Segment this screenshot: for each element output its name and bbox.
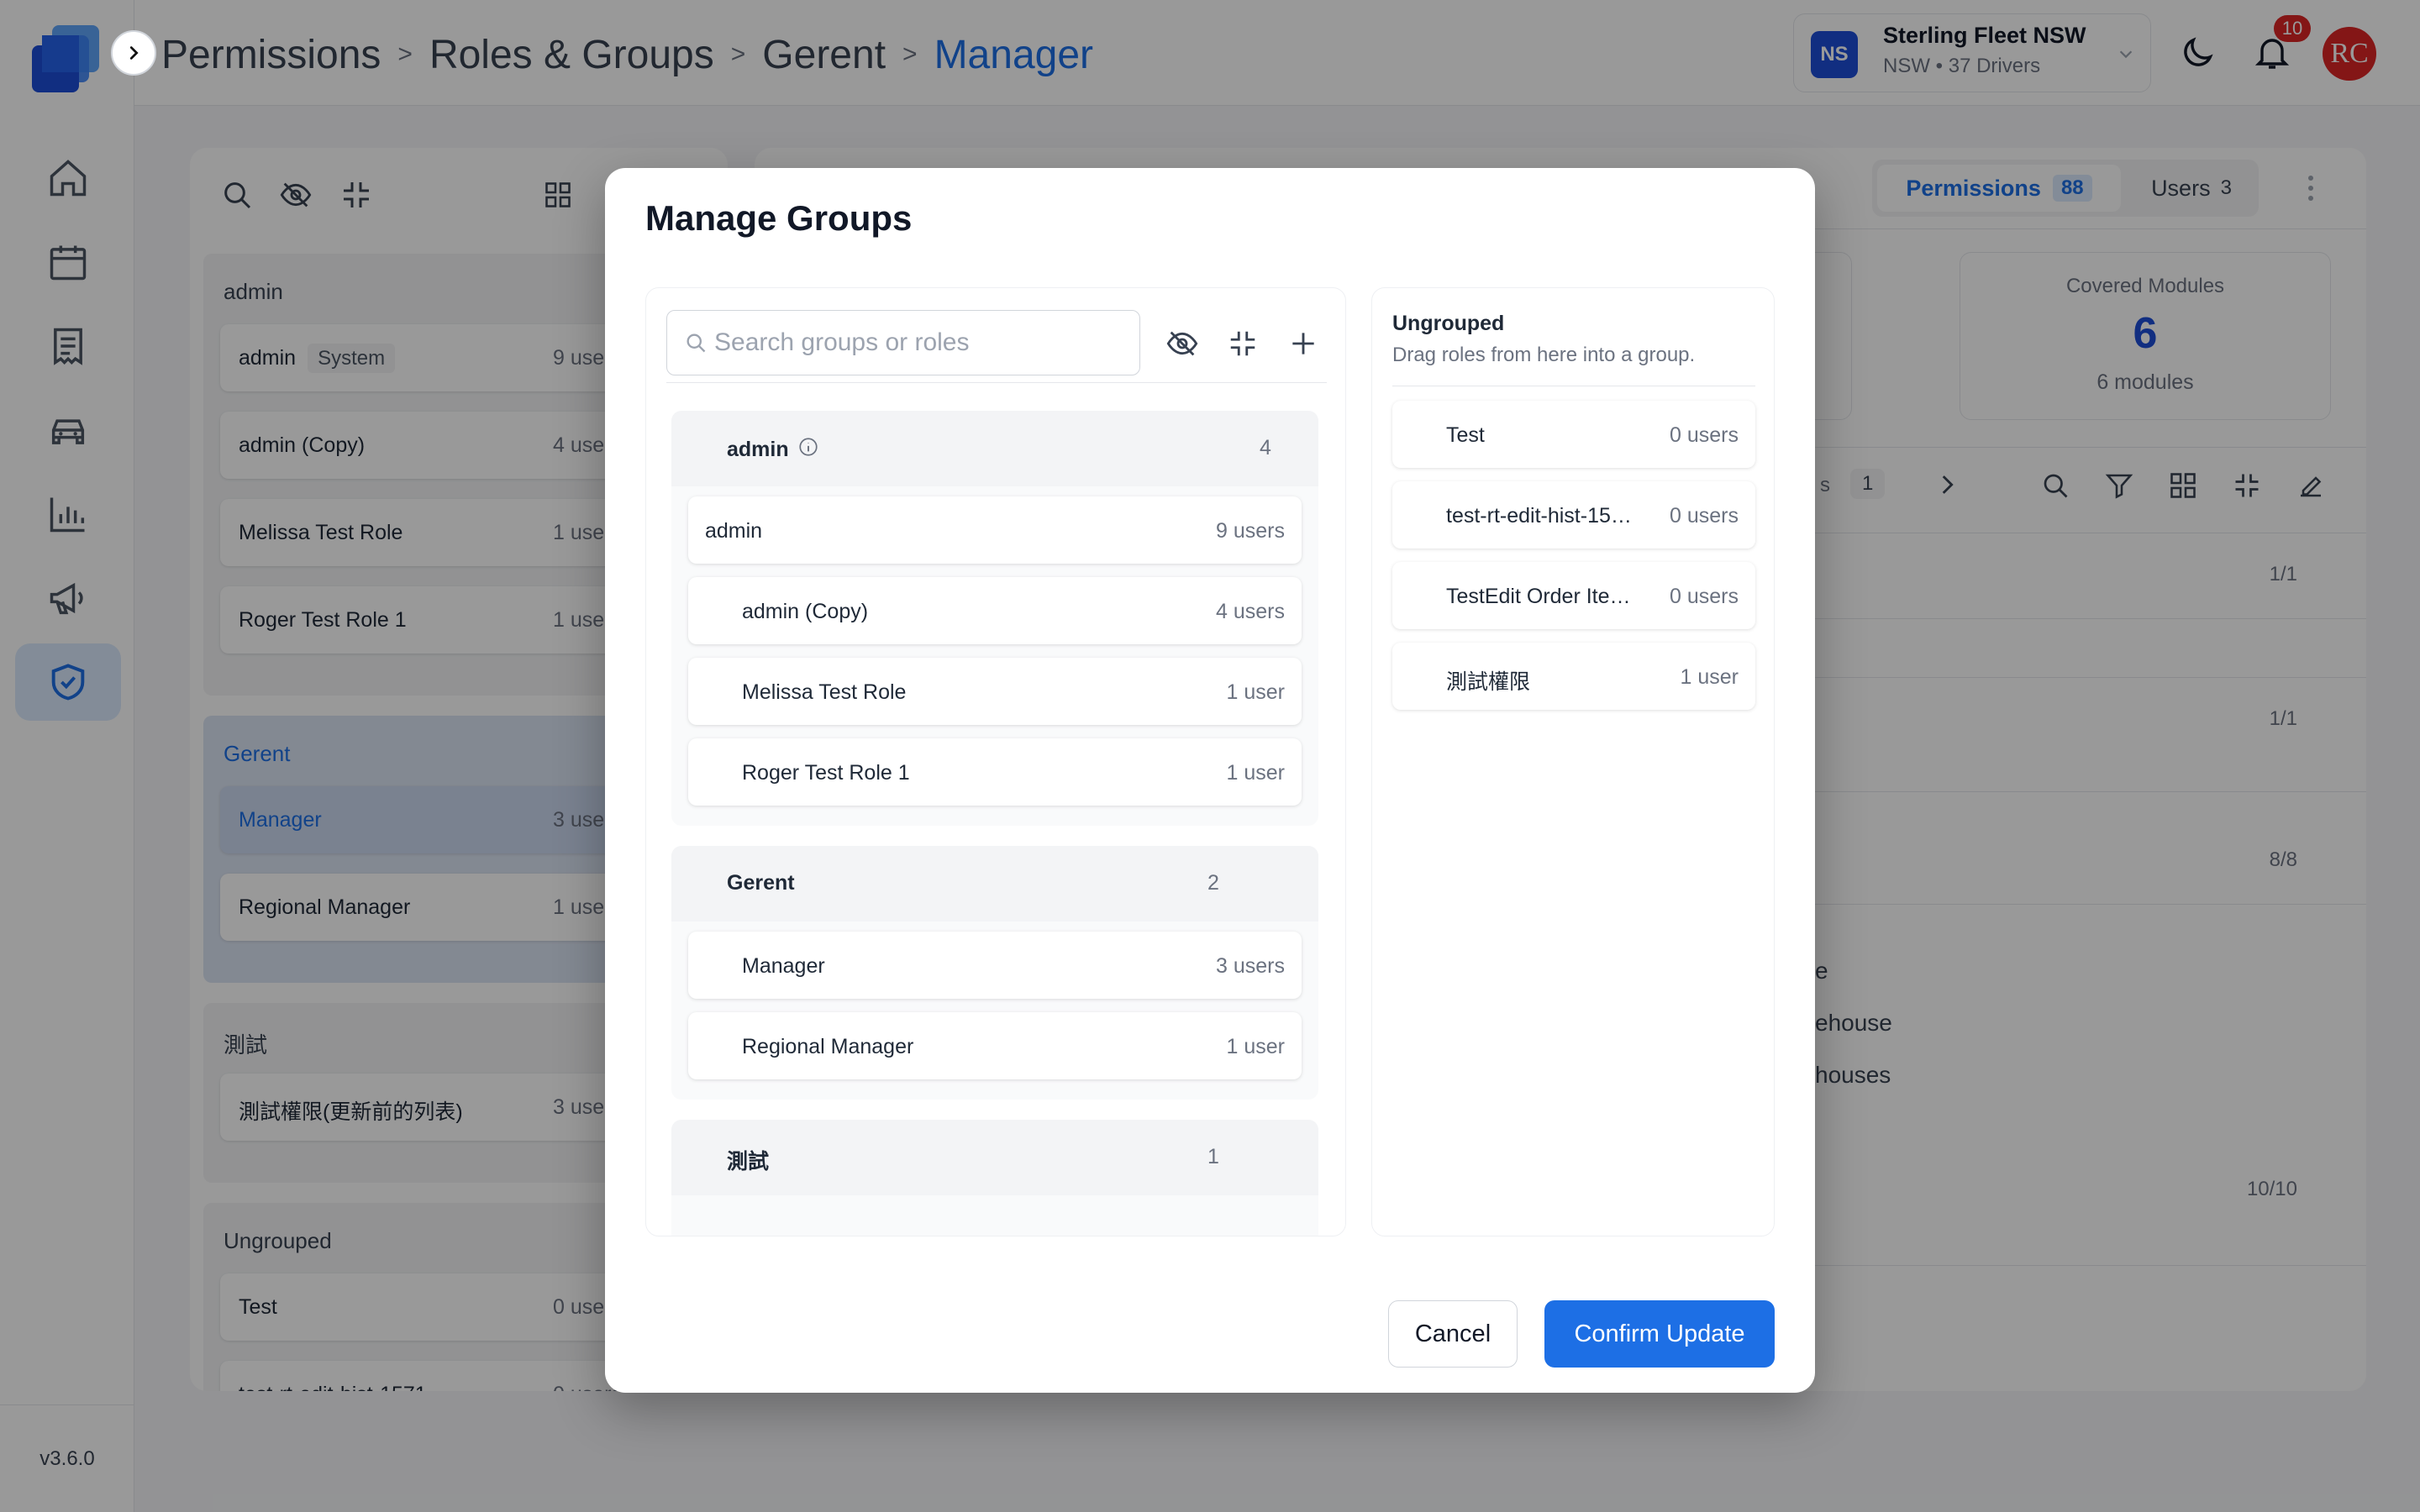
role-name: admin (Copy) — [742, 600, 869, 623]
group-name: 測試 — [727, 1150, 770, 1173]
group-section: 測試 1 — [671, 1120, 1318, 1236]
collapse-icon — [1230, 331, 1255, 356]
role-name: TestEdit Order Ite… — [1446, 585, 1631, 608]
role-card[interactable]: admin (Copy) 4 users — [688, 577, 1302, 644]
chevron-right-icon — [129, 46, 139, 60]
cancel-button[interactable]: Cancel — [1388, 1300, 1518, 1368]
role-card[interactable]: Manager 3 users — [688, 932, 1302, 999]
ungrouped-panel: Ungrouped Drag roles from here into a gr… — [1371, 287, 1775, 1236]
ungrouped-role-card[interactable]: 測試權限 1 user — [1392, 643, 1755, 710]
modal-title: Manage Groups — [645, 198, 913, 238]
role-name: Manager — [742, 954, 825, 978]
role-name: 測試權限 — [1446, 670, 1531, 694]
group-role-count: 2 — [1207, 871, 1219, 895]
ungrouped-role-card[interactable]: Test 0 users — [1392, 401, 1755, 468]
group-title: Gerent — [727, 871, 795, 895]
role-name: Roger Test Role 1 — [742, 761, 910, 785]
group-role-count: 1 — [1207, 1145, 1219, 1168]
group-header[interactable]: admin 4 — [671, 411, 1318, 486]
search-icon — [687, 333, 706, 353]
info-icon[interactable] — [797, 436, 819, 464]
group-name: Gerent — [727, 871, 795, 895]
role-name: Regional Manager — [742, 1035, 914, 1058]
role-card[interactable]: admin 9 users — [688, 496, 1302, 564]
role-name: Test — [1446, 423, 1485, 447]
role-user-count: 1 user — [1226, 761, 1285, 785]
search-input[interactable] — [714, 311, 1126, 375]
role-user-count: 0 users — [1670, 504, 1739, 528]
ungrouped-role-card[interactable]: TestEdit Order Ite… 0 users — [1392, 562, 1755, 629]
group-section: Gerent 2 Manager 3 users Regional Manager 1 u… — [671, 846, 1318, 1100]
role-name: admin — [705, 519, 763, 543]
collapse-all-button[interactable] — [1219, 320, 1266, 367]
ungrouped-title: Ungrouped — [1392, 312, 1505, 335]
ungrouped-role-card[interactable]: test-rt-edit-hist-15… 0 users — [1392, 481, 1755, 549]
group-header[interactable]: Gerent 2 — [671, 846, 1318, 921]
group-role-count: 4 — [1260, 436, 1271, 459]
search-field[interactable] — [666, 310, 1140, 375]
groups-list-panel: admin 4 admin 9 users admin (Copy) 4 users Mel… — [645, 287, 1346, 1236]
role-user-count: 4 users — [1216, 600, 1285, 623]
group-title: admin — [727, 436, 819, 464]
toggle-hidden-button[interactable] — [1159, 320, 1206, 367]
group-name: admin — [727, 438, 789, 461]
confirm-update-button[interactable]: Confirm Update — [1544, 1300, 1775, 1368]
role-card[interactable]: Melissa Test Role 1 user — [688, 658, 1302, 725]
role-name: Melissa Test Role — [742, 680, 907, 704]
eye-off-icon — [1166, 331, 1198, 356]
role-card[interactable]: Regional Manager 1 user — [688, 1012, 1302, 1079]
group-header[interactable]: 測試 1 — [671, 1120, 1318, 1195]
expand-sidebar-button[interactable] — [111, 30, 156, 76]
role-user-count: 9 users — [1216, 519, 1285, 543]
role-user-count: 3 users — [1216, 954, 1285, 978]
add-group-button[interactable] — [1280, 320, 1327, 367]
group-title: 測試 — [727, 1145, 769, 1175]
role-name: test-rt-edit-hist-15… — [1446, 504, 1632, 528]
role-user-count: 1 user — [1226, 1035, 1285, 1058]
role-user-count: 1 user — [1226, 680, 1285, 704]
role-user-count: 0 users — [1670, 423, 1739, 447]
role-card[interactable]: Roger Test Role 1 1 user — [688, 738, 1302, 806]
role-user-count: 1 user — [1680, 665, 1739, 689]
ungrouped-subtitle: Drag roles from here into a group. — [1392, 344, 1696, 366]
role-user-count: 0 users — [1670, 585, 1739, 608]
group-section: admin 4 admin 9 users admin (Copy) 4 users Mel… — [671, 411, 1318, 826]
manage-groups-modal: Manage Groups admin 4 admin 9 users admin (C… — [605, 168, 1815, 1393]
plus-icon — [1292, 333, 1314, 354]
